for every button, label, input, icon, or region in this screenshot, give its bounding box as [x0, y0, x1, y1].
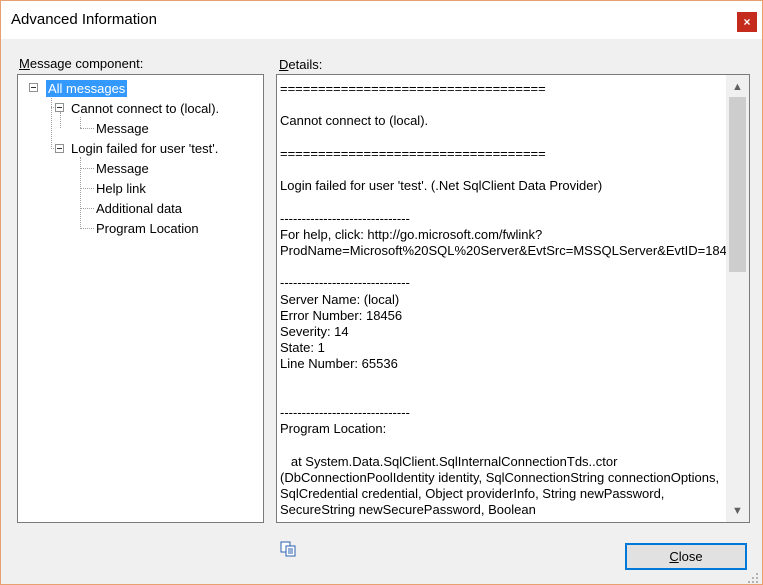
scroll-up-button[interactable]: ▲ [726, 77, 749, 97]
copy-icon[interactable] [280, 541, 298, 557]
details-textbox[interactable]: =================================== Cann… [276, 74, 750, 523]
tree-connector [80, 188, 94, 189]
close-icon: × [743, 15, 751, 29]
tree-node-message[interactable]: Message [96, 160, 149, 177]
tree-node-help-link[interactable]: Help link [96, 180, 146, 197]
tree-node-all-messages[interactable]: All messages [46, 80, 128, 97]
tree-connector [80, 208, 94, 209]
tree-connector [51, 94, 52, 149]
resize-grip-icon[interactable] [747, 571, 759, 583]
tree-node-cannot-connect[interactable]: Cannot connect to (local). [71, 100, 219, 117]
details-text: =================================== Cann… [280, 81, 749, 518]
collapse-icon[interactable] [55, 103, 64, 112]
title-bar[interactable]: Advanced Information × [1, 1, 762, 39]
vertical-scrollbar[interactable]: ▲ ▼ [726, 75, 749, 522]
tree-node-message[interactable]: Message [96, 120, 149, 137]
scrollbar-thumb[interactable] [729, 97, 746, 272]
advanced-information-dialog: Advanced Information × Message component… [0, 0, 763, 585]
collapse-icon[interactable] [29, 83, 38, 92]
tree-connector [80, 117, 81, 128]
tree-node-additional-data[interactable]: Additional data [96, 200, 182, 217]
scroll-down-button[interactable]: ▼ [726, 501, 749, 521]
tree-connector [80, 128, 94, 129]
chevron-down-icon: ▼ [732, 505, 743, 517]
window-close-button[interactable]: × [737, 12, 757, 32]
message-component-label: Message component: [19, 56, 144, 71]
close-button[interactable]: Close [625, 543, 747, 570]
collapse-icon[interactable] [55, 144, 64, 153]
tree-node-login-failed[interactable]: Login failed for user 'test'. [71, 140, 218, 157]
tree-node-program-location[interactable]: Program Location [96, 220, 199, 237]
chevron-up-icon: ▲ [732, 81, 743, 93]
tree-connector [80, 228, 94, 229]
window-title: Advanced Information [11, 11, 157, 28]
tree-connector [80, 168, 94, 169]
details-label: Details: [279, 57, 323, 72]
message-component-tree[interactable]: All messages Cannot connect to (local). … [17, 74, 264, 523]
tree-connector [60, 112, 61, 128]
